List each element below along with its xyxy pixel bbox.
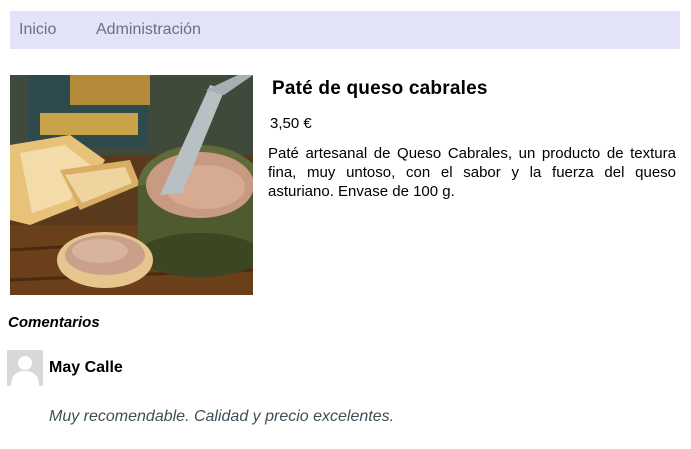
product-image <box>10 75 253 295</box>
product-price: 3,50 € <box>270 115 312 132</box>
nav-link-inicio[interactable]: Inicio <box>19 21 56 39</box>
nav-link-administracion[interactable]: Administración <box>96 21 201 39</box>
user-silhouette-icon <box>7 350 43 386</box>
comments-heading: Comentarios <box>8 314 100 331</box>
product-title: Paté de queso cabrales <box>272 78 488 99</box>
top-navigation-bar: Inicio Administración <box>10 11 680 49</box>
product-description: Paté artesanal de Queso Cabrales, un pro… <box>268 145 676 200</box>
comment-author: May Calle <box>49 359 123 376</box>
comment-text: Muy recomendable. Calidad y precio excel… <box>49 408 395 425</box>
